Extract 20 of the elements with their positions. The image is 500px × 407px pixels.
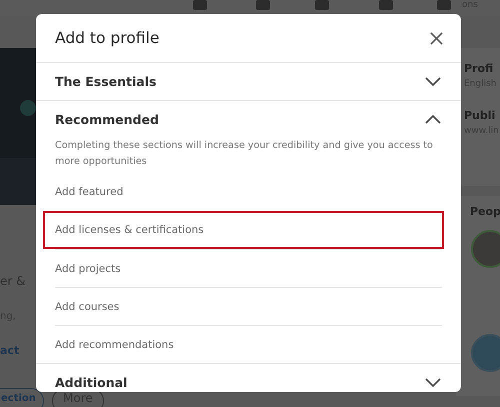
menu-item[interactable]: Add courses [55,287,442,325]
section-description: Completing these sections will increase your credibility and give you access to more opportunities [55,139,434,169]
chevron-down-icon[interactable] [425,77,441,86]
nav-icon[interactable] [436,0,452,12]
menu-item[interactable]: Add projects [55,249,442,287]
nav-icon[interactable] [255,0,271,12]
section-header[interactable]: The Essentials [36,63,461,100]
nav-icon[interactable] [378,0,394,12]
dialog-title: Add to profile [55,29,160,47]
nav-icon[interactable] [314,0,330,12]
chevron-down-icon[interactable] [425,378,441,387]
menu-item[interactable]: Add recommendations [55,325,442,363]
section-header[interactable]: Recommended [36,101,461,138]
nav-icon[interactable] [192,0,208,12]
card-title: Profi [464,62,494,75]
menu-item[interactable]: Add featured [55,173,442,211]
chevron-up-icon[interactable] [425,115,441,124]
menu-item[interactable]: Add licenses & certifications [43,211,444,249]
card-title: Publi [464,109,496,122]
close-icon[interactable] [430,32,443,44]
